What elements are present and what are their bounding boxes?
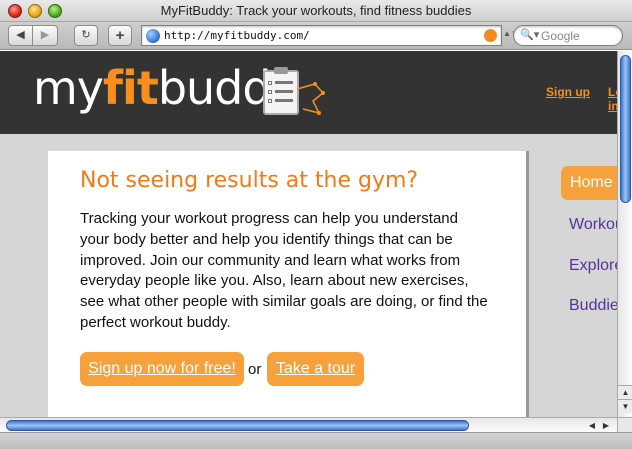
search-placeholder: Google	[541, 29, 580, 43]
pencil-scribble-icon	[296, 82, 325, 115]
hero-body-text: Tracking your workout progress can help …	[80, 210, 488, 331]
logo-part-my: my	[33, 61, 104, 115]
vertical-scrollbar[interactable]: ▲ ▼	[617, 51, 632, 417]
clipboard-icon	[263, 67, 299, 115]
logo-part-fit: fit	[103, 61, 159, 115]
vertical-scroll-thumb[interactable]	[620, 55, 631, 203]
reload-button[interactable]: ↻	[74, 25, 98, 46]
scroll-left-arrow[interactable]: ◀	[585, 418, 599, 433]
address-bar-url[interactable]: http://myfitbuddy.com/	[164, 29, 310, 42]
window-title: MyFitBuddy: Track your workouts, find fi…	[160, 3, 472, 18]
scrollbar-corner	[617, 417, 632, 432]
address-bar[interactable]: http://myfitbuddy.com/	[141, 25, 502, 46]
add-bookmark-button[interactable]: +	[108, 25, 132, 46]
hero-card: Not seeing results at the gym? Tracking …	[48, 151, 526, 417]
scroll-down-arrow[interactable]: ▼	[618, 399, 632, 413]
nav-item-home[interactable]: Home	[561, 166, 617, 200]
nav-item-explore[interactable]: Explore	[569, 257, 617, 275]
status-bar	[0, 432, 632, 449]
browser-toolbar: ◀ ▶ ↻ + http://myfitbuddy.com/ ▲▼ 🔍▾ Goo…	[0, 22, 632, 50]
search-field[interactable]: 🔍▾ Google	[513, 25, 623, 46]
nav-item-buddies[interactable]: Buddies	[569, 297, 617, 315]
horizontal-scrollbar[interactable]: ◀ ▶	[0, 417, 617, 432]
hero-headline: Not seeing results at the gym?	[80, 168, 419, 193]
header-signup-link[interactable]: Sign up	[546, 85, 590, 99]
page-viewport: myfitbuddy Sign up Log in Not seeing res…	[0, 51, 617, 417]
horizontal-scroll-thumb[interactable]	[6, 420, 469, 431]
header-login-link[interactable]: Log in	[608, 85, 617, 113]
window-titlebar: MyFitBuddy: Track your workouts, find fi…	[0, 0, 632, 22]
back-button[interactable]: ◀	[8, 25, 33, 46]
scroll-right-arrow[interactable]: ▶	[599, 418, 613, 433]
snapback-icon[interactable]	[484, 29, 497, 42]
nav-item-workouts[interactable]: Workouts	[569, 216, 617, 234]
forward-button[interactable]: ▶	[33, 25, 58, 46]
signup-free-button[interactable]: Sign up now for free!	[80, 352, 244, 386]
globe-icon	[146, 29, 160, 43]
or-text: or	[248, 361, 262, 378]
scroll-up-arrow[interactable]: ▲	[618, 385, 632, 399]
take-tour-button[interactable]: Take a tour	[267, 352, 364, 386]
site-logo[interactable]: myfitbuddy	[33, 61, 298, 115]
search-icon[interactable]: 🔍▾	[520, 28, 539, 41]
site-header: myfitbuddy Sign up Log in	[0, 51, 617, 134]
